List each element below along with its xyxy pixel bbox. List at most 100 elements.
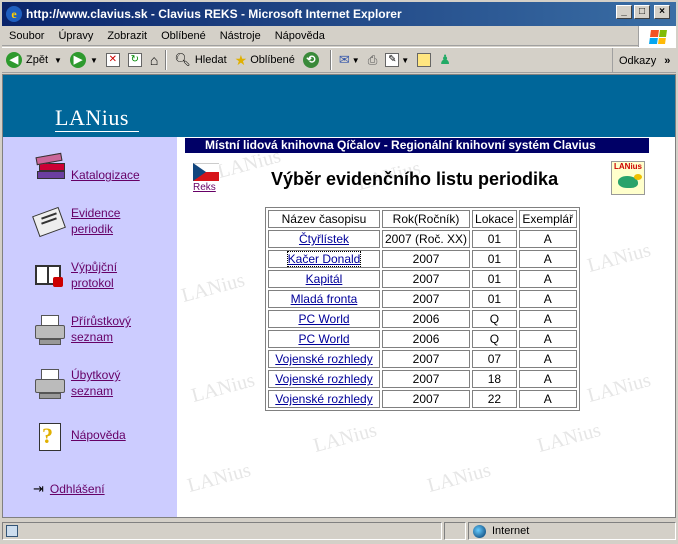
menu-view[interactable]: Zobrazit xyxy=(100,30,154,42)
menu-bar: Soubor Úpravy Zobrazit Oblíbené Nástroje… xyxy=(2,26,676,48)
discuss-button[interactable] xyxy=(413,49,435,71)
menu-file[interactable]: Soubor xyxy=(2,30,51,42)
reks-link[interactable]: Reks xyxy=(193,182,219,193)
refresh-icon: ↻ xyxy=(127,53,142,67)
sidebar-item-label[interactable]: Výpůjční protokol xyxy=(71,259,131,291)
periodical-link[interactable]: Mladá fronta xyxy=(291,292,358,306)
stop-button[interactable]: ✕ xyxy=(102,49,124,71)
table-row: PC World 2006 Q A xyxy=(268,310,577,328)
year-cell: 2007 xyxy=(382,270,471,288)
sidebar-item-label[interactable]: Katalogizace xyxy=(71,167,140,183)
maximize-button[interactable]: □ xyxy=(634,5,650,19)
year-cell: 2007 xyxy=(382,290,471,308)
sidebar-item-evidence-periodik[interactable]: Evidence periodik xyxy=(32,205,131,239)
mail-button[interactable]: ✉ ▼ xyxy=(335,49,364,71)
copy-cell: A xyxy=(518,330,577,348)
copy-cell: A xyxy=(518,230,577,248)
sidebar-item-label[interactable]: Evidence periodik xyxy=(71,205,131,237)
periodical-link[interactable]: Vojenské rozhledy xyxy=(275,352,372,366)
page-icon xyxy=(6,525,18,537)
back-dropdown-icon[interactable]: ▼ xyxy=(54,56,62,65)
location-cell: 22 xyxy=(472,390,517,408)
location-cell: 01 xyxy=(472,270,517,288)
column-header: Název časopisu xyxy=(268,210,380,228)
menu-favorites[interactable]: Oblíbené xyxy=(154,30,213,42)
sidebar-item-vypujcni-protokol[interactable]: Výpůjční protokol xyxy=(33,259,131,293)
year-cell: 2006 xyxy=(382,330,471,348)
sidebar-item-prirustkovy-seznam[interactable]: Přírůstkový seznam xyxy=(33,313,141,347)
periodical-name-cell: Kačer Donald xyxy=(268,250,380,268)
windows-logo-icon xyxy=(638,26,676,48)
copy-cell: A xyxy=(518,310,577,328)
table-header-row: Název časopisu Rok(Ročník) Lokace Exempl… xyxy=(268,210,577,228)
year-cell: 2007 (Roč. XX) xyxy=(382,230,471,248)
edit-dropdown-icon[interactable]: ▼ xyxy=(401,56,409,65)
sidebar-item-ubytkovy-seznam[interactable]: Úbytkový seznam xyxy=(33,367,131,401)
location-cell: 01 xyxy=(472,250,517,268)
site-header: LANius xyxy=(3,75,675,137)
menu-edit[interactable]: Úpravy xyxy=(51,30,100,42)
sidebar: Katalogizace Evidence periodik Výpůjční … xyxy=(3,137,177,517)
watermark: LANius xyxy=(425,459,494,497)
status-text-pane xyxy=(2,522,442,540)
table-row: Kačer Donald 2007 01 A xyxy=(268,250,577,268)
year-cell: 2007 xyxy=(382,350,471,368)
column-header: Exemplář xyxy=(518,210,577,228)
discuss-icon xyxy=(417,53,432,67)
forward-button[interactable]: ▶ ▼ xyxy=(66,49,102,71)
menu-help[interactable]: Nápověda xyxy=(268,30,332,42)
status-bar: Internet xyxy=(2,520,676,542)
copy-cell: A xyxy=(518,250,577,268)
minimize-button[interactable]: _ xyxy=(616,5,632,19)
location-cell: 01 xyxy=(472,290,517,308)
sidebar-item-katalogizace[interactable]: Katalogizace xyxy=(33,151,140,185)
mail-dropdown-icon[interactable]: ▼ xyxy=(352,56,360,65)
messenger-button[interactable]: ♟ xyxy=(435,49,455,71)
periodical-link[interactable]: Čtyřlístek xyxy=(299,232,349,246)
watermark: LANius xyxy=(585,369,654,407)
newspaper-icon xyxy=(32,205,67,239)
sidebar-item-label[interactable]: Nápověda xyxy=(71,427,126,443)
back-button[interactable]: ◀ Zpět ▼ xyxy=(2,49,66,71)
favorites-button[interactable]: ★ Oblíbené xyxy=(231,49,299,71)
mail-icon: ✉ xyxy=(338,52,350,67)
periodical-link[interactable]: PC World xyxy=(298,332,349,346)
copy-cell: A xyxy=(518,290,577,308)
main-content: LANius LANius LANius LANius LANius LANiu… xyxy=(177,137,675,517)
periodical-name-cell: PC World xyxy=(268,330,380,348)
messenger-icon: ♟ xyxy=(439,52,451,67)
reks-link-block[interactable]: Reks xyxy=(193,163,219,193)
sidebar-item-label[interactable]: Úbytkový seznam xyxy=(71,367,131,399)
forward-arrow-icon: ▶ xyxy=(69,52,86,68)
refresh-button[interactable]: ↻ xyxy=(124,49,146,71)
periodical-link[interactable]: Vojenské rozhledy xyxy=(275,392,372,406)
logout-link[interactable]: ⇥ Odhlášení xyxy=(33,481,105,497)
copy-cell: A xyxy=(518,270,577,288)
periodical-link[interactable]: Kačer Donald xyxy=(286,251,362,267)
sidebar-item-label[interactable]: Přírůstkový seznam xyxy=(71,313,141,345)
periodical-name-cell: PC World xyxy=(268,310,380,328)
search-icon: 🔍︎ xyxy=(174,52,191,67)
periodika-table: Název časopisu Rok(Ročník) Lokace Exempl… xyxy=(265,207,580,411)
home-button[interactable]: ⌂ xyxy=(146,49,162,71)
print-button[interactable]: ⎙ xyxy=(364,49,382,71)
globe-icon xyxy=(473,524,486,538)
edit-button[interactable]: ✎ ▼ xyxy=(381,49,413,71)
periodical-link[interactable]: PC World xyxy=(298,312,349,326)
search-button[interactable]: 🔍︎ Hledat xyxy=(170,49,230,71)
menu-tools[interactable]: Nástroje xyxy=(213,30,268,42)
periodical-name-cell: Kapitál xyxy=(268,270,380,288)
periodical-link[interactable]: Vojenské rozhledy xyxy=(275,372,372,386)
watermark: LANius xyxy=(311,419,380,457)
watermark: LANius xyxy=(189,369,258,407)
history-button[interactable]: ⟲ xyxy=(299,49,327,71)
forward-dropdown-icon[interactable]: ▼ xyxy=(90,56,98,65)
links-bar[interactable]: Odkazy » xyxy=(612,48,676,73)
periodical-link[interactable]: Kapitál xyxy=(306,272,343,286)
close-button[interactable]: × xyxy=(654,5,670,19)
sidebar-item-napoveda[interactable]: ? Nápověda xyxy=(33,421,126,455)
location-cell: Q xyxy=(472,330,517,348)
lanius-logo: LANius xyxy=(55,105,129,130)
zone-label: Internet xyxy=(492,525,530,537)
help-icon: ? xyxy=(33,421,67,455)
